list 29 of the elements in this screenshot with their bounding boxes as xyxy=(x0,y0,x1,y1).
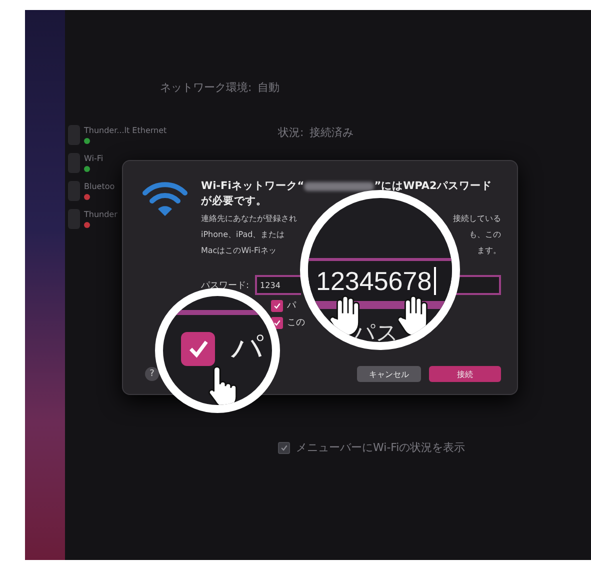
checkbox[interactable] xyxy=(278,442,290,454)
password-label: パスワード: xyxy=(201,280,250,292)
checkbox[interactable] xyxy=(271,300,283,312)
status-label: 状況: xyxy=(278,125,304,140)
description-text: 連絡先にあなたが登録され xyxy=(201,213,297,225)
checkbox-label: メニューバーにWi-Fiの状況を表示 xyxy=(296,440,466,455)
check-icon xyxy=(280,444,288,452)
service-name[interactable]: Thunder...lt Ethernet xyxy=(84,126,167,135)
description-text: 接続している xyxy=(453,213,501,225)
location-value[interactable]: 自動 xyxy=(258,80,280,95)
status-value: 接続済み xyxy=(310,125,354,140)
help-button[interactable]: ? xyxy=(145,367,159,381)
description-text: iPhone、iPad、または xyxy=(201,229,285,241)
wifi-icon xyxy=(141,179,189,219)
service-name[interactable]: Bluetoo xyxy=(84,182,115,191)
magnified-label: パ xyxy=(231,327,264,368)
checkbox-label: この xyxy=(287,317,305,329)
description-text: MacはこのWi-Fiネッ xyxy=(201,245,276,257)
connect-button[interactable]: 接続 xyxy=(429,366,501,382)
cancel-button[interactable]: キャンセル xyxy=(357,366,421,382)
password-field[interactable]: 1234 xyxy=(255,275,302,295)
checkbox-label: パ xyxy=(287,300,296,312)
check-icon xyxy=(273,302,281,310)
service-name[interactable]: Wi-Fi xyxy=(84,154,104,163)
location-label: ネットワーク環境: xyxy=(160,80,252,95)
magnified-password-field: 12345678 xyxy=(308,258,452,309)
description-text: ます。 xyxy=(477,245,501,257)
description-text: も、この xyxy=(469,229,501,241)
service-name[interactable]: Thunder xyxy=(84,210,118,219)
